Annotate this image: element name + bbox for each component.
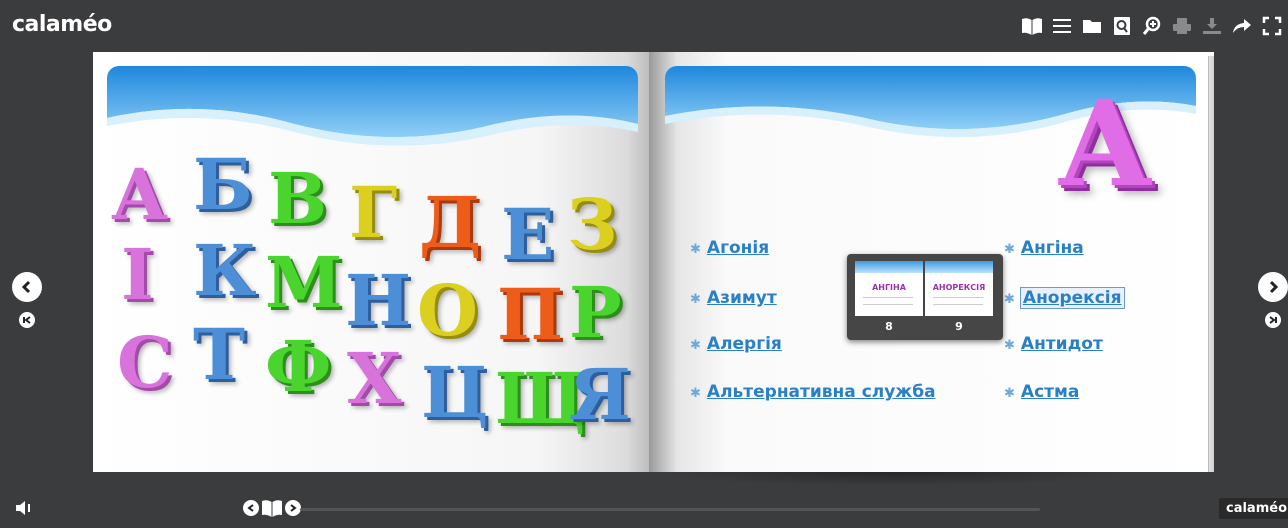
share-icon[interactable] (1230, 13, 1254, 39)
left-page[interactable]: А Б В Г Д Е З І К М Н О П Р С Т Ф Х Ц Щ … (93, 52, 649, 472)
page-number: 9 (955, 320, 963, 333)
letter: К (193, 229, 257, 312)
bullet-icon: ✱ (1004, 242, 1015, 257)
letter: Т (193, 313, 246, 396)
page-slider-handle[interactable] (243, 498, 301, 518)
term-label: Астма (1020, 382, 1080, 402)
bullet-icon: ✱ (690, 292, 701, 307)
big-letter-a: А (1057, 74, 1154, 213)
letter: А (111, 153, 169, 236)
term-link[interactable]: ✱ Астма (1004, 382, 1079, 402)
download-icon[interactable] (1200, 13, 1224, 39)
bullet-icon: ✱ (1004, 338, 1015, 353)
previous-page-button[interactable] (12, 272, 42, 302)
page-slider-track[interactable] (300, 508, 1040, 511)
letter: Г (349, 171, 398, 254)
term-label: Анорексія (1019, 287, 1125, 309)
letter: Ф (265, 325, 332, 408)
book-icon (262, 500, 282, 517)
last-page-button[interactable] (1265, 312, 1281, 328)
toolbar (1020, 13, 1284, 39)
letter: О (417, 269, 478, 352)
letter: Б (193, 143, 253, 226)
bullet-icon: ✱ (690, 242, 701, 257)
print-icon[interactable] (1170, 13, 1194, 39)
letter: М (265, 241, 343, 324)
term-link[interactable]: ✱ Агонія (690, 238, 769, 258)
term-link[interactable]: ✱ Альтернативна служба (690, 382, 936, 402)
slider-next-button[interactable] (285, 500, 301, 516)
term-link[interactable]: ✱ Алергія (690, 334, 782, 354)
chevron-right-icon (1269, 280, 1279, 294)
zoom-in-icon[interactable] (1140, 13, 1164, 39)
calameo-logo[interactable]: calaméo (12, 12, 112, 37)
letter: З (567, 183, 618, 266)
thumb-title: АНОРЕКСІЯ (932, 283, 986, 292)
term-link[interactable]: ✱ Ангіна (1004, 238, 1084, 258)
term-label: Антидот (1020, 334, 1103, 354)
letter: І (121, 233, 154, 316)
book-spread[interactable]: А Б В Г Д Е З І К М Н О П Р С Т Ф Х Ц Щ … (93, 52, 1218, 486)
chevron-right-icon (290, 504, 297, 512)
term-link[interactable]: ✱ Антидот (1004, 334, 1103, 354)
next-page-button[interactable] (1258, 272, 1288, 302)
letter: Р (569, 271, 622, 354)
chevron-left-icon (21, 280, 31, 294)
book-icon[interactable] (1020, 13, 1044, 39)
letter: Я (569, 353, 631, 436)
thumb-text-lines (933, 297, 983, 305)
list-icon[interactable] (1050, 13, 1074, 39)
letter: В (268, 157, 328, 240)
term-link[interactable]: ✱ Азимут (690, 288, 777, 308)
fullscreen-icon[interactable] (1260, 13, 1284, 39)
speaker-icon (16, 501, 30, 515)
first-page-button[interactable] (19, 312, 35, 328)
bullet-icon: ✱ (1004, 386, 1015, 401)
book-shadow (653, 472, 1133, 486)
page-edge (1208, 56, 1214, 472)
letter: С (117, 321, 173, 404)
slider-prev-button[interactable] (243, 500, 259, 516)
letter: Х (347, 337, 402, 420)
bullet-icon: ✱ (1004, 292, 1015, 307)
thumb-wave (925, 261, 993, 273)
page-thumbnail[interactable]: АНГІНА (855, 261, 923, 316)
letter: П (497, 273, 564, 356)
bullet-icon: ✱ (690, 338, 701, 353)
volume-button[interactable] (14, 498, 34, 522)
term-label: Альтернативна служба (706, 382, 936, 402)
bottom-bar: calaméo (0, 488, 1288, 528)
letter: Н (345, 259, 412, 342)
link-preview-popup[interactable]: АНГІНА АНОРЕКСІЯ 8 9 (847, 254, 1003, 340)
term-link-highlighted[interactable]: ✱ Анорексія (1004, 287, 1125, 309)
alphabet-letters: А Б В Г Д Е З І К М Н О П Р С Т Ф Х Ц Щ … (93, 52, 649, 472)
folder-icon[interactable] (1080, 13, 1104, 39)
term-label: Агонія (706, 238, 770, 258)
bullet-icon: ✱ (690, 386, 701, 401)
letter: Е (501, 193, 555, 276)
term-label: Алергія (706, 334, 782, 354)
thumb-title: АНГІНА (872, 283, 906, 292)
skip-first-icon (23, 316, 31, 324)
thumb-wave (855, 261, 923, 273)
thumb-text-lines (863, 297, 913, 305)
term-label: Ангіна (1020, 238, 1084, 258)
letter: Д (419, 181, 482, 264)
zoom-page-icon[interactable] (1110, 13, 1134, 39)
term-label: Азимут (706, 288, 777, 308)
page-number: 8 (885, 320, 893, 333)
calameo-badge[interactable]: calaméo (1219, 498, 1288, 519)
skip-last-icon (1269, 316, 1277, 324)
page-thumbnail[interactable]: АНОРЕКСІЯ (925, 261, 993, 316)
chevron-left-icon (247, 504, 254, 512)
letter: Ц (421, 351, 489, 434)
